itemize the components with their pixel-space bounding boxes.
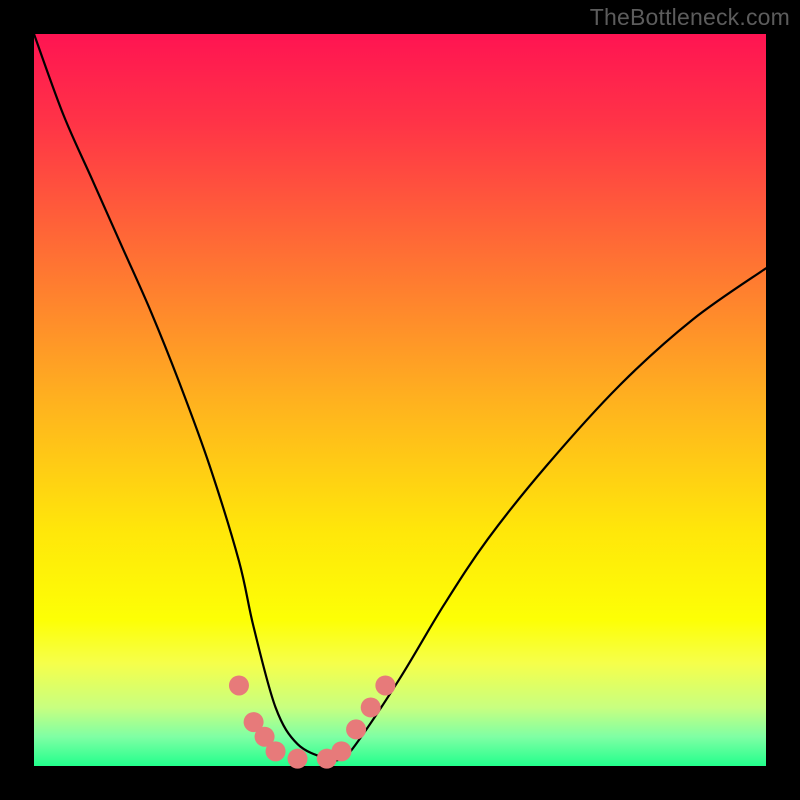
highlight-marker [331,741,351,761]
bottleneck-curve-line [34,34,766,761]
highlight-marker [346,719,366,739]
attribution-text: TheBottleneck.com [590,4,790,31]
highlight-marker [361,697,381,717]
chart-frame: TheBottleneck.com [0,0,800,800]
curve-layer [34,34,766,766]
highlight-marker [375,675,395,695]
highlight-marker [288,749,308,769]
highlight-marker [266,741,286,761]
plot-area [34,34,766,766]
highlight-marker [229,675,249,695]
